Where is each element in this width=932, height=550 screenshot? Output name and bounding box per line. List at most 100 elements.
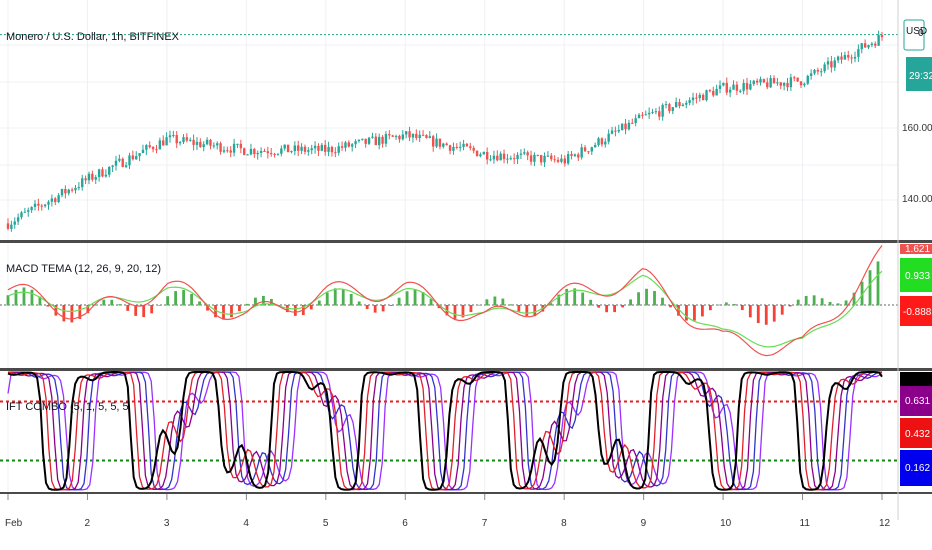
trading-chart[interactable]: Monero / U.S. Dollar, 1h, BITFINEX MACD …: [0, 0, 932, 550]
candle-body: [239, 143, 243, 149]
pane-separator[interactable]: [0, 240, 932, 243]
macd-histogram-bar: [174, 291, 178, 306]
price-pane[interactable]: Monero / U.S. Dollar, 1h, BITFINEX: [0, 30, 898, 232]
macd-histogram-bar: [517, 305, 521, 312]
candle-body: [300, 146, 303, 151]
histogram-badge-text: -0.888: [903, 307, 932, 318]
candle-body: [91, 173, 94, 180]
candle-body: [60, 189, 64, 196]
macd-histogram-bar: [389, 305, 393, 306]
macd-histogram-bar: [70, 305, 74, 323]
candle-body: [411, 133, 415, 138]
candle-body: [165, 137, 168, 146]
macd-histogram-bar: [589, 299, 593, 306]
candle-body: [70, 189, 74, 191]
last-price-label: 0: [918, 28, 924, 39]
pane-separator: [0, 492, 932, 494]
macd-pane[interactable]: MACD TEMA (12, 26, 9, 20, 12): [0, 245, 898, 357]
candle-body: [651, 111, 654, 113]
macd-histogram-bar: [788, 305, 792, 307]
macd-histogram-bar: [621, 305, 624, 308]
pane-separator[interactable]: [0, 368, 932, 371]
candle-body: [671, 107, 674, 111]
macd-histogram-bar: [373, 305, 377, 313]
macd-histogram-bar: [118, 304, 122, 306]
candle-body: [843, 55, 847, 60]
candle-body: [293, 145, 297, 152]
candle-body: [340, 146, 344, 148]
candle-body: [809, 73, 813, 76]
candle-body: [499, 153, 502, 161]
candle-body: [219, 143, 222, 152]
candle-body: [631, 122, 634, 124]
candle-body: [415, 133, 418, 139]
macd-histogram-bar: [365, 305, 369, 309]
currency-badge[interactable]: USD: [903, 19, 927, 51]
macd-histogram-bar: [238, 305, 241, 312]
candle-body: [334, 152, 337, 154]
candle-body: [681, 104, 685, 107]
candle-body: [445, 143, 448, 146]
macd-histogram-bar: [317, 300, 321, 306]
candle-body: [310, 148, 313, 151]
macd-histogram-bar: [230, 305, 233, 318]
candle-body: [813, 69, 816, 74]
candle-body: [162, 140, 165, 146]
candle-body: [668, 104, 671, 111]
candle-body: [259, 150, 263, 153]
candle-body: [398, 135, 401, 140]
candle-body: [357, 139, 361, 142]
candle-body: [728, 89, 732, 93]
time-tick-label: Feb: [5, 518, 23, 529]
candle-body: [691, 97, 695, 101]
candle-body: [148, 145, 151, 148]
candle-body: [658, 111, 661, 117]
macd-histogram-bar: [868, 270, 872, 306]
candle-body: [199, 141, 202, 148]
candle-body: [840, 56, 843, 60]
candle-body: [101, 169, 104, 177]
ift-purple-badge-text: 0.631: [905, 396, 930, 407]
candle-body: [512, 158, 516, 160]
candle-body: [475, 150, 479, 157]
candle-body: [523, 152, 526, 154]
time-tick-label: 7: [482, 518, 488, 529]
candle-body: [418, 134, 421, 139]
candle-body: [438, 138, 442, 147]
candle-body: [168, 135, 172, 138]
candle-body: [290, 151, 293, 153]
candle-body: [30, 206, 33, 211]
candle-body: [641, 114, 644, 116]
candle-body: [286, 144, 290, 153]
candle-body: [563, 158, 566, 164]
candle-body: [654, 111, 658, 113]
macd-histogram-bar: [701, 305, 704, 317]
candle-body: [502, 153, 506, 160]
macd-histogram-bar: [309, 305, 313, 310]
candle-body: [270, 153, 273, 155]
candle-body: [877, 35, 880, 46]
candle-body: [232, 143, 236, 153]
candle-body: [202, 144, 205, 148]
macd-histogram-bar: [605, 305, 609, 313]
candle-body: [374, 136, 378, 146]
candle-body: [124, 165, 128, 167]
candle-body: [590, 147, 593, 152]
candle-body: [607, 133, 610, 142]
ift-pane[interactable]: IFT COMBO (5, 1, 5, 5, 5: [0, 371, 898, 491]
candle-body: [479, 154, 482, 157]
time-tick-label: 3: [164, 518, 170, 529]
candle-body: [226, 150, 229, 152]
macd-histogram-bar: [46, 305, 50, 307]
candle-body: [583, 147, 587, 152]
macd-histogram-bar: [565, 288, 569, 306]
candle-body: [874, 43, 877, 46]
candle-body: [529, 155, 533, 162]
macd-histogram-bar: [190, 293, 193, 306]
candle-body: [674, 102, 678, 108]
macd-histogram-bar: [150, 305, 154, 314]
time-axis[interactable]: Feb 2 3 4 5 6 7 8 9 10 11 12: [5, 494, 891, 529]
candle-body: [209, 139, 212, 146]
time-tick-label: 5: [323, 518, 329, 529]
macd-histogram-bar: [732, 303, 736, 306]
